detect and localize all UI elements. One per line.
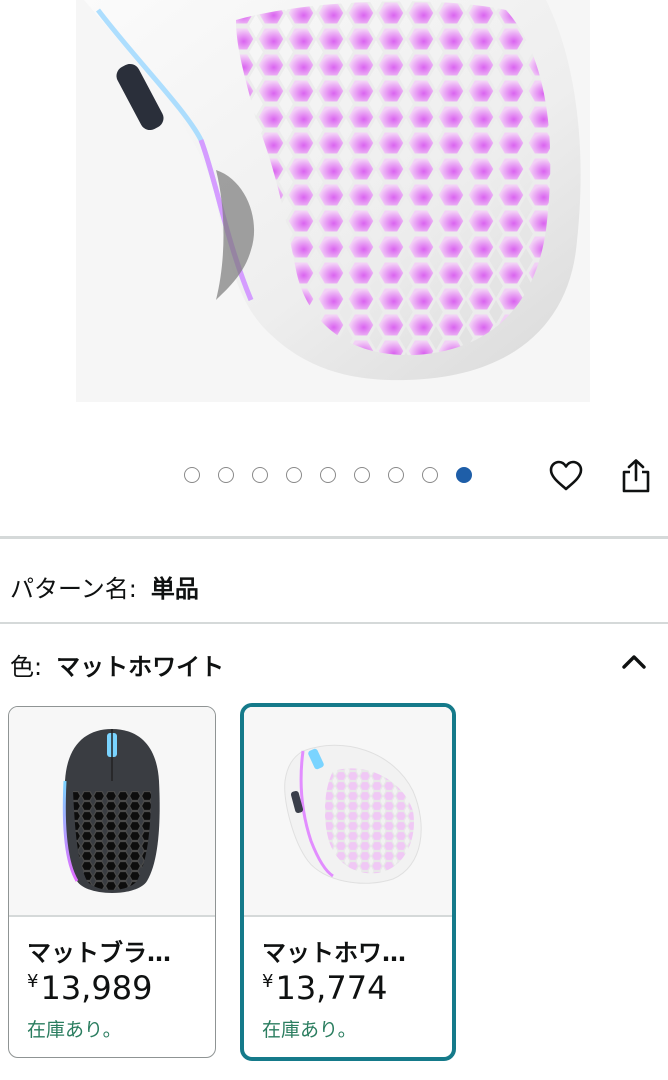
carousel-dot[interactable] [184, 467, 200, 483]
share-button[interactable] [616, 456, 656, 496]
collapse-color-button[interactable] [616, 644, 652, 680]
option-name: マットブラ… [27, 939, 171, 967]
wishlist-button[interactable] [546, 456, 586, 496]
color-selector-header[interactable]: 色: マットホワイト [10, 644, 224, 684]
carousel-controls [0, 450, 668, 502]
chevron-up-icon [622, 655, 646, 669]
white-mouse-illustration [76, 0, 590, 402]
section-divider [0, 536, 668, 539]
row-divider [0, 622, 668, 624]
black-honeycomb-mouse-thumbnail [9, 707, 215, 915]
option-name: マットホワ… [262, 939, 406, 967]
stock-status: 在庫あり。 [262, 1019, 357, 1041]
pattern-name-row: パターン名: 単品 [10, 566, 199, 606]
carousel-dots [184, 467, 472, 485]
card-divider [244, 915, 452, 917]
carousel-dot[interactable] [388, 467, 404, 483]
stock-status: 在庫あり。 [27, 1019, 122, 1041]
carousel-dot[interactable] [320, 467, 336, 483]
option-price: ¥13,774 [262, 969, 387, 1007]
currency-symbol: ¥ [27, 971, 39, 992]
color-label: 色: [10, 652, 43, 681]
main-product-image[interactable] [76, 0, 590, 402]
carousel-dot[interactable] [218, 467, 234, 483]
carousel-dot[interactable] [286, 467, 302, 483]
pattern-value: 単品 [150, 574, 199, 603]
card-divider [9, 915, 215, 917]
carousel-dot[interactable] [422, 467, 438, 483]
carousel-dot[interactable] [252, 467, 268, 483]
price-value: 13,774 [275, 969, 388, 1007]
color-value: マットホワイト [56, 652, 225, 681]
pattern-label: パターン名: [10, 574, 137, 603]
product-image-gallery[interactable] [0, 0, 668, 430]
option-price: ¥13,989 [27, 969, 152, 1007]
carousel-dot[interactable] [354, 467, 370, 483]
color-option-black[interactable]: マットブラ… ¥13,989 在庫あり。 [8, 706, 216, 1058]
currency-symbol: ¥ [262, 971, 274, 992]
white-honeycomb-mouse-thumbnail [244, 707, 452, 915]
carousel-dot[interactable] [456, 467, 472, 483]
heart-icon [549, 460, 583, 491]
price-value: 13,989 [40, 969, 153, 1007]
share-icon [622, 459, 650, 493]
color-option-white[interactable]: マットホワ… ¥13,774 在庫あり。 [240, 703, 456, 1061]
